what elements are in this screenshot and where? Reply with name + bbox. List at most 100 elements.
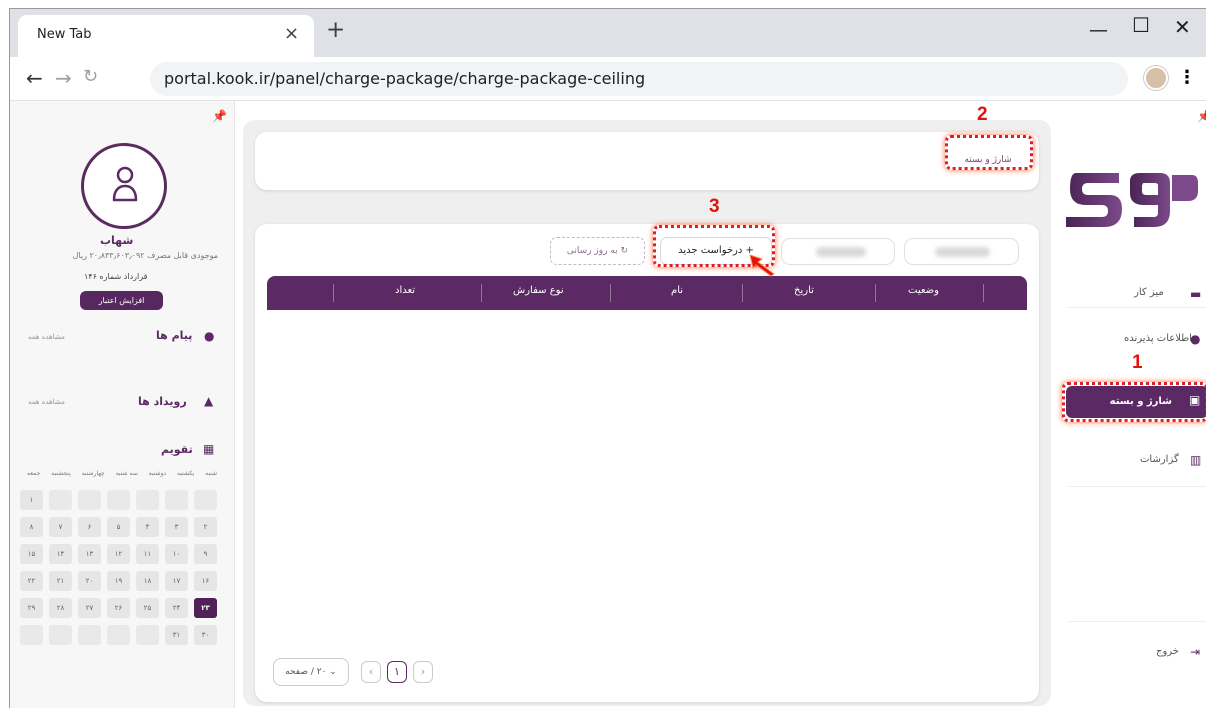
divider xyxy=(983,284,984,302)
calendar-day[interactable]: ۷ xyxy=(49,517,72,537)
calendar-day[interactable]: ۲۶ xyxy=(107,598,130,618)
calendar-day[interactable]: ۹ xyxy=(194,544,217,564)
calendar-day[interactable]: ۲۱ xyxy=(49,571,72,591)
refresh-button[interactable]: ↻ به روز رسانی xyxy=(550,237,645,265)
divider xyxy=(481,284,482,302)
browser-menu-icon[interactable]: ⋮ xyxy=(1178,67,1196,88)
address-bar-row: ← → ↻ portal.kook.ir/panel/charge-packag… xyxy=(10,57,1206,101)
weekday-label: چهارشنبه xyxy=(81,470,105,477)
calendar-day[interactable]: ۲ xyxy=(194,517,217,537)
back-arrow-icon[interactable]: ← xyxy=(26,66,43,90)
calendar-day[interactable]: ۵ xyxy=(107,517,130,537)
profile-avatar[interactable] xyxy=(1144,66,1168,90)
weekday-label: شنبه xyxy=(205,470,217,477)
calendar-day[interactable]: ۳ xyxy=(165,517,188,537)
calendar-weekdays: شنبه یکشنبه دوشنبه سه شنبه چهارشنبه پنجشنبه جم… xyxy=(27,470,217,477)
refresh-icon: ↻ xyxy=(617,246,629,256)
browser-tab[interactable]: New Tab × xyxy=(18,15,314,57)
table-header: وضعیت تاریخ نام نوع سفارش تعداد xyxy=(267,276,1027,310)
minimize-button[interactable]: — xyxy=(1089,19,1108,41)
column-date[interactable]: تاریخ xyxy=(794,285,814,296)
calendar-day[interactable]: ۲۷ xyxy=(78,598,101,618)
balance-text: موجودی قابل مصرف ۲۰٫۸۳۳٫۶۰۳٫۰۹۲ ریال xyxy=(72,251,218,260)
next-page-button[interactable]: › xyxy=(413,661,433,683)
calendar-day[interactable]: ۱۹ xyxy=(107,571,130,591)
tab-title: New Tab xyxy=(37,27,92,42)
filter-field-1[interactable] xyxy=(904,238,1019,265)
divider xyxy=(1068,307,1206,308)
avatar xyxy=(81,143,167,229)
calendar-day[interactable]: ۲۳ xyxy=(194,598,217,618)
chevron-down-icon: ⌄ xyxy=(326,667,337,677)
company-logo xyxy=(1066,173,1198,227)
calendar-day[interactable]: ۲۸ xyxy=(49,598,72,618)
column-name[interactable]: نام xyxy=(671,285,683,296)
logout-icon: ⇥ xyxy=(1190,645,1201,659)
calendar-day[interactable]: ۶ xyxy=(78,517,101,537)
calendar-day[interactable]: ۲۲ xyxy=(20,571,43,591)
events-see-all-link[interactable]: مشاهده همه xyxy=(28,398,65,406)
menu-dashboard[interactable]: میز کار xyxy=(1134,287,1164,298)
calendar-day[interactable]: ۸ xyxy=(20,517,43,537)
calendar-day[interactable]: ۱۷ xyxy=(165,571,188,591)
reload-icon[interactable]: ↻ xyxy=(83,66,98,87)
weekday-label: سه شنبه xyxy=(115,470,138,477)
dashboard-icon: ▬ xyxy=(1190,287,1202,301)
menu-acceptor-info[interactable]: اطلاعات پذیرنده xyxy=(1124,333,1192,344)
tab-bar: New Tab × + — ☐ ✕ xyxy=(10,9,1206,57)
forward-arrow-icon[interactable]: → xyxy=(55,66,72,90)
calendar-day[interactable]: ۲۵ xyxy=(136,598,159,618)
calendar-empty-cell xyxy=(49,625,72,645)
address-bar[interactable]: portal.kook.ir/panel/charge-package/char… xyxy=(150,62,1128,96)
increase-credit-button[interactable]: افزایش اعتبار xyxy=(80,291,163,310)
user-icon xyxy=(112,166,138,202)
column-count[interactable]: تعداد xyxy=(395,285,415,296)
browser-window: New Tab × + — ☐ ✕ ← → ↻ portal.kook.ir/p… xyxy=(9,8,1206,708)
calendar-day[interactable]: ۱۴ xyxy=(49,544,72,564)
calendar-day[interactable]: ۱۸ xyxy=(136,571,159,591)
annotation-arrow-icon xyxy=(749,254,775,277)
user-name: شهاب xyxy=(100,234,134,247)
calendar-day[interactable]: ۱۰ xyxy=(165,544,188,564)
pin-icon[interactable]: 📌 xyxy=(212,109,227,123)
calendar-day[interactable]: ۲۰ xyxy=(78,571,101,591)
messages-see-all-link[interactable]: مشاهده همه xyxy=(28,333,65,341)
calendar-day[interactable]: ۲۹ xyxy=(20,598,43,618)
filter-field-2[interactable] xyxy=(781,238,895,265)
calendar-day[interactable]: ۳۰ xyxy=(194,625,217,645)
refresh-label: به روز رسانی xyxy=(566,246,618,256)
window-close-button[interactable]: ✕ xyxy=(1174,15,1191,39)
calendar-empty-cell xyxy=(107,625,130,645)
new-tab-button[interactable]: + xyxy=(326,17,345,43)
calendar-day[interactable]: ۱۵ xyxy=(20,544,43,564)
table-card: ↻ به روز رسانی + درخواست جدید وضعیت تاری… xyxy=(255,224,1039,702)
left-panel: 📌 شهاب موجودی قابل مصرف ۲۰٫۸۳۳٫۶۰۳٫۰۹۲ ر… xyxy=(10,101,235,708)
page-size-select[interactable]: ⌄ ۲۰ / صفحه xyxy=(273,658,349,686)
calendar-day[interactable]: ۳۱ xyxy=(165,625,188,645)
divider xyxy=(742,284,743,302)
events-title: رویداد ها xyxy=(138,395,187,408)
maximize-button[interactable]: ☐ xyxy=(1132,13,1150,37)
menu-logout[interactable]: خروج xyxy=(1156,646,1179,657)
tab-close-icon[interactable]: × xyxy=(284,23,299,44)
calendar-day[interactable]: ۱۲ xyxy=(107,544,130,564)
calendar-day[interactable]: ۱۶ xyxy=(194,571,217,591)
pin-icon[interactable]: 📌 xyxy=(1197,109,1206,123)
annotation-number-2: 2 xyxy=(977,104,988,125)
calendar-empty-cell xyxy=(78,625,101,645)
calendar-day[interactable]: ۱۱ xyxy=(136,544,159,564)
reports-icon: ▥ xyxy=(1190,453,1202,467)
page-size-label: ۲۰ / صفحه xyxy=(285,667,327,677)
weekday-label: دوشنبه xyxy=(148,470,167,477)
menu-reports[interactable]: گزارشات xyxy=(1140,454,1179,465)
column-order-type[interactable]: نوع سفارش xyxy=(513,285,564,296)
contract-number[interactable]: قرارداد شماره ۱۴۶ xyxy=(84,272,147,281)
calendar-day[interactable]: ۲۴ xyxy=(165,598,188,618)
calendar-day[interactable]: ۴ xyxy=(136,517,159,537)
calendar-day[interactable]: ۱۳ xyxy=(78,544,101,564)
prev-page-button[interactable]: ‹ xyxy=(361,661,381,683)
calendar-empty-cell xyxy=(136,490,159,510)
calendar-day[interactable]: ۱ xyxy=(20,490,43,510)
page-1-button[interactable]: ۱ xyxy=(387,661,407,683)
column-status[interactable]: وضعیت xyxy=(908,285,939,296)
